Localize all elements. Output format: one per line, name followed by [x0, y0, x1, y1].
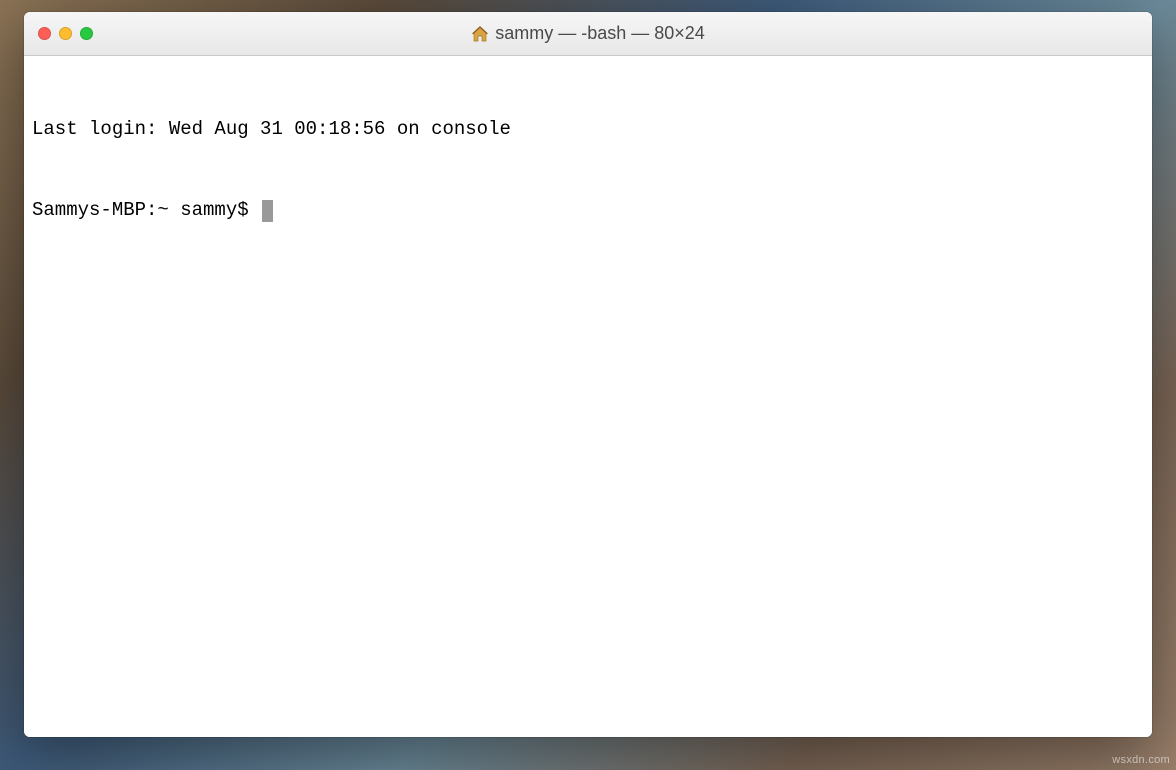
last-login-line: Last login: Wed Aug 31 00:18:56 on conso… [32, 116, 1144, 143]
window-title: sammy — -bash — 80×24 [495, 23, 705, 44]
window-titlebar[interactable]: sammy — -bash — 80×24 [24, 12, 1152, 56]
minimize-button[interactable] [59, 27, 72, 40]
terminal-body[interactable]: Last login: Wed Aug 31 00:18:56 on conso… [24, 56, 1152, 737]
traffic-lights [38, 27, 93, 40]
prompt-line: Sammys-MBP:~ sammy$ [32, 197, 1144, 224]
cursor [262, 200, 273, 222]
title-wrap: sammy — -bash — 80×24 [24, 23, 1152, 44]
terminal-window: sammy — -bash — 80×24 Last login: Wed Au… [24, 12, 1152, 737]
close-button[interactable] [38, 27, 51, 40]
maximize-button[interactable] [80, 27, 93, 40]
home-icon [471, 25, 489, 43]
watermark: wsxdn.com [1112, 754, 1170, 766]
prompt-text: Sammys-MBP:~ sammy$ [32, 197, 260, 224]
